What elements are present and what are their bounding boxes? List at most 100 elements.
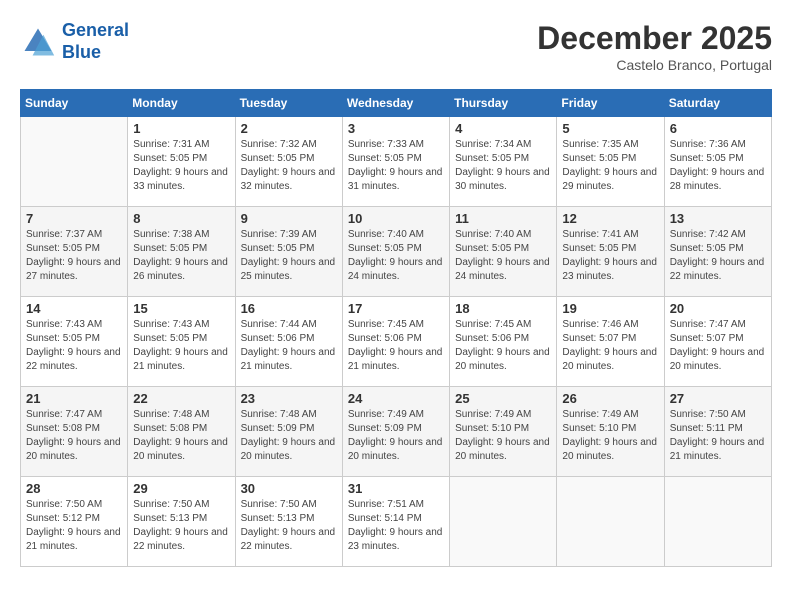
day-info: Sunrise: 7:49 AM Sunset: 5:10 PM Dayligh… xyxy=(562,408,658,464)
day-number: 13 xyxy=(670,211,766,226)
sunrise-text: Sunrise: 7:39 AM xyxy=(241,229,317,240)
sunset-text: Sunset: 5:08 PM xyxy=(26,423,100,434)
calendar-cell: 20 Sunrise: 7:47 AM Sunset: 5:07 PM Dayl… xyxy=(664,297,771,387)
day-number: 12 xyxy=(562,211,658,226)
calendar-cell: 7 Sunrise: 7:37 AM Sunset: 5:05 PM Dayli… xyxy=(21,207,128,297)
daylight-text: Daylight: 9 hours and 22 minutes. xyxy=(670,257,765,282)
location: Castelo Branco, Portugal xyxy=(537,57,772,73)
sunset-text: Sunset: 5:05 PM xyxy=(241,153,315,164)
sunrise-text: Sunrise: 7:34 AM xyxy=(455,139,531,150)
day-number: 8 xyxy=(133,211,229,226)
day-number: 26 xyxy=(562,391,658,406)
day-info: Sunrise: 7:40 AM Sunset: 5:05 PM Dayligh… xyxy=(455,228,551,284)
day-number: 1 xyxy=(133,121,229,136)
sunset-text: Sunset: 5:09 PM xyxy=(241,423,315,434)
calendar-week-row: 21 Sunrise: 7:47 AM Sunset: 5:08 PM Dayl… xyxy=(21,387,772,477)
sunset-text: Sunset: 5:12 PM xyxy=(26,513,100,524)
day-info: Sunrise: 7:34 AM Sunset: 5:05 PM Dayligh… xyxy=(455,138,551,194)
daylight-text: Daylight: 9 hours and 21 minutes. xyxy=(26,527,121,552)
daylight-text: Daylight: 9 hours and 23 minutes. xyxy=(562,257,657,282)
calendar-cell: 12 Sunrise: 7:41 AM Sunset: 5:05 PM Dayl… xyxy=(557,207,664,297)
calendar-cell: 17 Sunrise: 7:45 AM Sunset: 5:06 PM Dayl… xyxy=(342,297,449,387)
sunset-text: Sunset: 5:05 PM xyxy=(133,243,207,254)
sunset-text: Sunset: 5:10 PM xyxy=(455,423,529,434)
calendar-cell xyxy=(21,117,128,207)
day-info: Sunrise: 7:46 AM Sunset: 5:07 PM Dayligh… xyxy=(562,318,658,374)
day-info: Sunrise: 7:43 AM Sunset: 5:05 PM Dayligh… xyxy=(26,318,122,374)
day-info: Sunrise: 7:36 AM Sunset: 5:05 PM Dayligh… xyxy=(670,138,766,194)
day-info: Sunrise: 7:43 AM Sunset: 5:05 PM Dayligh… xyxy=(133,318,229,374)
sunrise-text: Sunrise: 7:43 AM xyxy=(133,319,209,330)
day-info: Sunrise: 7:50 AM Sunset: 5:12 PM Dayligh… xyxy=(26,498,122,554)
daylight-text: Daylight: 9 hours and 24 minutes. xyxy=(348,257,443,282)
day-number: 30 xyxy=(241,481,337,496)
day-info: Sunrise: 7:45 AM Sunset: 5:06 PM Dayligh… xyxy=(348,318,444,374)
day-info: Sunrise: 7:50 AM Sunset: 5:13 PM Dayligh… xyxy=(133,498,229,554)
sunrise-text: Sunrise: 7:43 AM xyxy=(26,319,102,330)
sunrise-text: Sunrise: 7:50 AM xyxy=(670,409,746,420)
sunset-text: Sunset: 5:05 PM xyxy=(348,153,422,164)
sunrise-text: Sunrise: 7:32 AM xyxy=(241,139,317,150)
daylight-text: Daylight: 9 hours and 29 minutes. xyxy=(562,167,657,192)
header-day: Saturday xyxy=(664,90,771,117)
daylight-text: Daylight: 9 hours and 20 minutes. xyxy=(670,347,765,372)
day-number: 5 xyxy=(562,121,658,136)
sunset-text: Sunset: 5:05 PM xyxy=(348,243,422,254)
sunset-text: Sunset: 5:05 PM xyxy=(562,243,636,254)
day-number: 11 xyxy=(455,211,551,226)
sunset-text: Sunset: 5:05 PM xyxy=(133,333,207,344)
daylight-text: Daylight: 9 hours and 25 minutes. xyxy=(241,257,336,282)
day-info: Sunrise: 7:50 AM Sunset: 5:13 PM Dayligh… xyxy=(241,498,337,554)
sunset-text: Sunset: 5:05 PM xyxy=(670,153,744,164)
calendar-cell: 30 Sunrise: 7:50 AM Sunset: 5:13 PM Dayl… xyxy=(235,477,342,567)
sunset-text: Sunset: 5:06 PM xyxy=(455,333,529,344)
day-info: Sunrise: 7:49 AM Sunset: 5:10 PM Dayligh… xyxy=(455,408,551,464)
sunset-text: Sunset: 5:09 PM xyxy=(348,423,422,434)
sunrise-text: Sunrise: 7:42 AM xyxy=(670,229,746,240)
day-number: 24 xyxy=(348,391,444,406)
sunset-text: Sunset: 5:11 PM xyxy=(670,423,743,434)
sunset-text: Sunset: 5:13 PM xyxy=(241,513,315,524)
daylight-text: Daylight: 9 hours and 27 minutes. xyxy=(26,257,121,282)
day-number: 31 xyxy=(348,481,444,496)
sunrise-text: Sunrise: 7:48 AM xyxy=(241,409,317,420)
sunset-text: Sunset: 5:07 PM xyxy=(670,333,744,344)
day-info: Sunrise: 7:33 AM Sunset: 5:05 PM Dayligh… xyxy=(348,138,444,194)
calendar-cell: 13 Sunrise: 7:42 AM Sunset: 5:05 PM Dayl… xyxy=(664,207,771,297)
day-number: 20 xyxy=(670,301,766,316)
calendar-week-row: 1 Sunrise: 7:31 AM Sunset: 5:05 PM Dayli… xyxy=(21,117,772,207)
daylight-text: Daylight: 9 hours and 20 minutes. xyxy=(133,437,228,462)
calendar-cell: 19 Sunrise: 7:46 AM Sunset: 5:07 PM Dayl… xyxy=(557,297,664,387)
day-info: Sunrise: 7:39 AM Sunset: 5:05 PM Dayligh… xyxy=(241,228,337,284)
calendar-table: SundayMondayTuesdayWednesdayThursdayFrid… xyxy=(20,89,772,567)
logo-text: General Blue xyxy=(62,20,129,63)
day-number: 27 xyxy=(670,391,766,406)
day-info: Sunrise: 7:50 AM Sunset: 5:11 PM Dayligh… xyxy=(670,408,766,464)
header-day: Tuesday xyxy=(235,90,342,117)
day-info: Sunrise: 7:31 AM Sunset: 5:05 PM Dayligh… xyxy=(133,138,229,194)
sunset-text: Sunset: 5:05 PM xyxy=(26,243,100,254)
sunset-text: Sunset: 5:05 PM xyxy=(455,243,529,254)
daylight-text: Daylight: 9 hours and 22 minutes. xyxy=(26,347,121,372)
daylight-text: Daylight: 9 hours and 31 minutes. xyxy=(348,167,443,192)
calendar-cell xyxy=(450,477,557,567)
daylight-text: Daylight: 9 hours and 21 minutes. xyxy=(241,347,336,372)
sunset-text: Sunset: 5:05 PM xyxy=(455,153,529,164)
day-number: 25 xyxy=(455,391,551,406)
calendar-cell: 24 Sunrise: 7:49 AM Sunset: 5:09 PM Dayl… xyxy=(342,387,449,477)
calendar-cell: 6 Sunrise: 7:36 AM Sunset: 5:05 PM Dayli… xyxy=(664,117,771,207)
sunset-text: Sunset: 5:05 PM xyxy=(26,333,100,344)
daylight-text: Daylight: 9 hours and 24 minutes. xyxy=(455,257,550,282)
sunrise-text: Sunrise: 7:45 AM xyxy=(348,319,424,330)
day-info: Sunrise: 7:45 AM Sunset: 5:06 PM Dayligh… xyxy=(455,318,551,374)
calendar-cell: 28 Sunrise: 7:50 AM Sunset: 5:12 PM Dayl… xyxy=(21,477,128,567)
daylight-text: Daylight: 9 hours and 21 minutes. xyxy=(348,347,443,372)
sunrise-text: Sunrise: 7:47 AM xyxy=(670,319,746,330)
day-number: 17 xyxy=(348,301,444,316)
calendar-cell: 2 Sunrise: 7:32 AM Sunset: 5:05 PM Dayli… xyxy=(235,117,342,207)
calendar-week-row: 14 Sunrise: 7:43 AM Sunset: 5:05 PM Dayl… xyxy=(21,297,772,387)
sunrise-text: Sunrise: 7:50 AM xyxy=(26,499,102,510)
day-info: Sunrise: 7:48 AM Sunset: 5:08 PM Dayligh… xyxy=(133,408,229,464)
daylight-text: Daylight: 9 hours and 26 minutes. xyxy=(133,257,228,282)
sunrise-text: Sunrise: 7:50 AM xyxy=(133,499,209,510)
